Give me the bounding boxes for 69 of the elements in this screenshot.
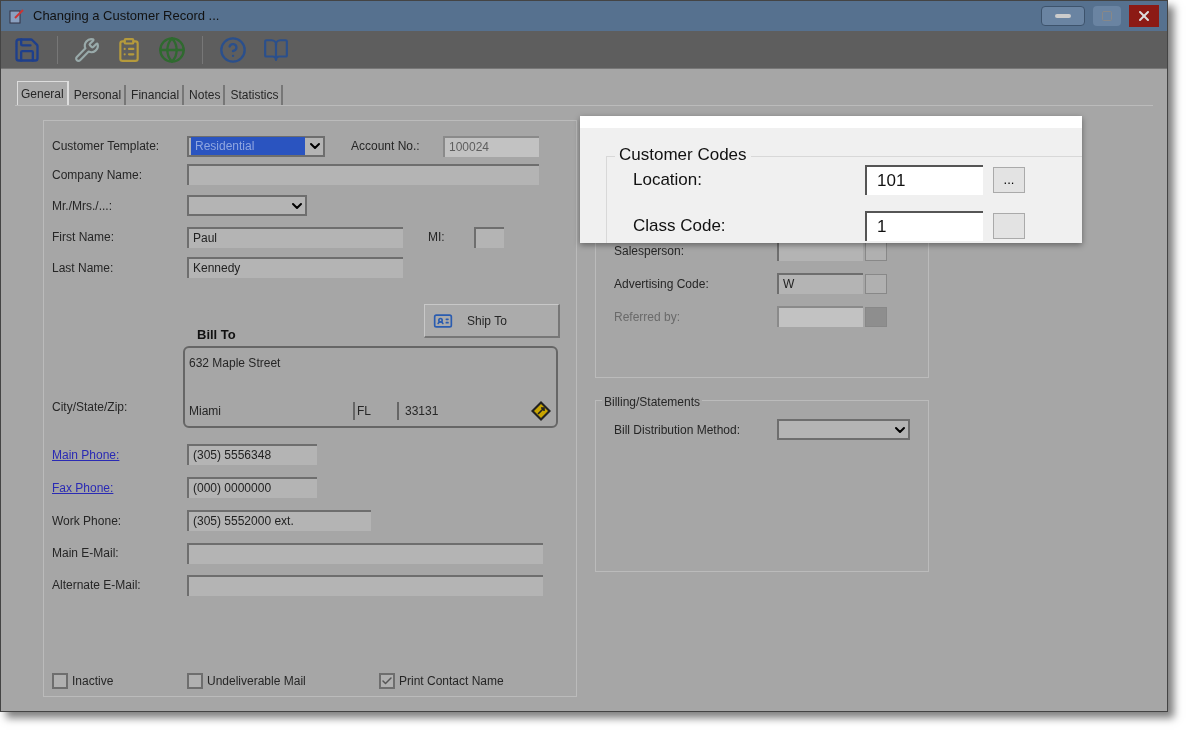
close-icon <box>1136 8 1152 24</box>
group-title: Customer Codes <box>615 146 751 163</box>
text-field[interactable]: 101 <box>865 165 983 195</box>
tab[interactable]: Notes <box>186 85 226 105</box>
text-field[interactable]: (305) 5556348 <box>187 444 317 465</box>
field-label: Work Phone: <box>52 512 123 530</box>
text-field[interactable]: (000) 0000000 <box>187 477 317 498</box>
field-label: Location: <box>633 169 703 192</box>
maximize-button[interactable] <box>1093 6 1121 26</box>
zip-value: 33131 <box>397 402 530 420</box>
text-field[interactable] <box>474 226 504 248</box>
dropdown[interactable] <box>777 419 910 440</box>
book-button[interactable] <box>263 36 289 63</box>
phone-link[interactable]: Fax Phone: <box>52 478 187 497</box>
text-field[interactable] <box>187 542 543 564</box>
edit-icon <box>9 8 25 24</box>
tab[interactable]: General <box>17 81 69 105</box>
bill-to-heading: Bill To <box>197 325 236 344</box>
check-icon <box>381 675 393 687</box>
field-label: Customer Template: <box>52 138 161 155</box>
field-label: MI: <box>428 229 446 246</box>
wrench-button[interactable] <box>74 36 100 63</box>
tab[interactable]: Statistics <box>227 85 284 105</box>
address-box[interactable]: 632 Maple Street Miami FL 33131 <box>183 346 558 428</box>
field-label: Referred by: <box>614 308 682 326</box>
close-button[interactable] <box>1129 5 1159 27</box>
text-field[interactable]: 1 <box>865 211 983 241</box>
field-label: City/State/Zip: <box>52 399 129 416</box>
street-value: 632 Maple Street <box>189 355 282 372</box>
text-field[interactable]: Paul <box>187 226 403 248</box>
clipboard-button[interactable] <box>116 36 142 63</box>
field-label: Last Name: <box>52 259 115 277</box>
window-title: Changing a Customer Record ... <box>33 7 221 26</box>
field-label: Advertising Code: <box>614 275 710 293</box>
field-label: Mr./Mrs./...: <box>52 197 113 215</box>
state-value: FL <box>353 402 397 420</box>
ship-to-button[interactable]: Ship To <box>424 304 560 338</box>
minimize-icon <box>1055 14 1071 18</box>
city-value: Miami <box>189 403 222 420</box>
checkbox-label: Print Contact Name <box>399 673 504 690</box>
text-field[interactable]: (305) 5552000 ext. <box>187 510 371 531</box>
checkbox-label: Undeliverable Mail <box>207 673 306 690</box>
text-field[interactable]: Kennedy <box>187 257 403 278</box>
minimize-button[interactable] <box>1041 6 1085 26</box>
maximize-icon <box>1101 10 1113 22</box>
checkbox-label: Inactive <box>72 673 114 690</box>
field-label: Main E-Mail: <box>52 545 120 562</box>
checkbox[interactable] <box>379 673 395 689</box>
text-field[interactable] <box>187 164 539 185</box>
checkbox[interactable] <box>187 673 203 689</box>
field-label: Class Code: <box>633 215 727 238</box>
dropdown[interactable] <box>187 195 307 216</box>
tab[interactable]: Personal <box>70 85 127 105</box>
field-label: Account No.: <box>351 138 421 155</box>
field-label: First Name: <box>52 229 115 246</box>
field-label: Salesperson: <box>614 242 686 260</box>
field-label: Company Name: <box>52 166 144 184</box>
checkbox[interactable] <box>52 673 68 689</box>
text-field[interactable] <box>187 574 543 596</box>
text-field[interactable]: W <box>777 273 863 294</box>
browse-button[interactable] <box>993 213 1025 239</box>
phone-link[interactable]: Main Phone: <box>52 445 187 464</box>
save-button[interactable] <box>13 35 41 64</box>
browse-button[interactable]: ... <box>993 167 1025 193</box>
field-label: Bill Distribution Method: <box>614 421 742 439</box>
diamond-sign-icon[interactable] <box>530 400 552 422</box>
help-button[interactable] <box>219 35 247 64</box>
field-label: Alternate E-Mail: <box>52 577 142 594</box>
tab[interactable]: Financial <box>128 85 185 105</box>
